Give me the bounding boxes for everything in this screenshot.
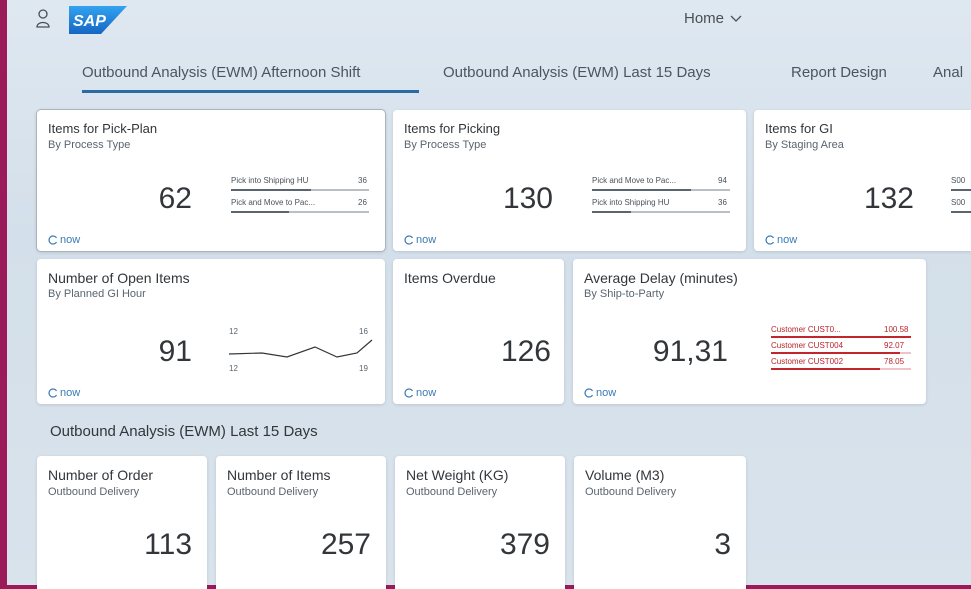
tile-subtitle: Outbound Delivery — [406, 486, 498, 498]
chevron-down-icon — [730, 15, 742, 22]
tab-report-design[interactable]: Report Design — [791, 64, 887, 81]
tab-analysis[interactable]: Anal — [933, 64, 963, 81]
bar-label: S00 — [951, 176, 966, 185]
tile-items-for-pick-plan[interactable]: Items for Pick-Plan By Process Type 62 P… — [37, 110, 385, 251]
bar-fill — [231, 189, 312, 191]
tile-number-of-order[interactable]: Number of Order Outbound Delivery 113 no… — [37, 456, 207, 589]
kpi-value: 3 — [714, 528, 731, 561]
tile-items-overdue[interactable]: Items Overdue 126 now — [393, 259, 564, 404]
kpi-value: 113 — [144, 528, 192, 561]
tile-volume[interactable]: Volume (M3) Outbound Delivery 3 now — [574, 456, 746, 589]
bar-label: Customer CUST002 — [771, 357, 844, 366]
bar-label: S00 — [951, 198, 966, 207]
bar-value: 26 — [358, 198, 367, 207]
refresh-icon — [765, 235, 775, 245]
refresh-icon — [48, 235, 58, 245]
sap-logo-text: SAP — [73, 13, 106, 30]
refresh-icon — [584, 388, 594, 398]
kpi-value: 91,31 — [652, 335, 728, 368]
kpi-value: 130 — [502, 182, 553, 215]
tile-title: Number of Open Items — [48, 270, 190, 286]
kpi-value: 62 — [158, 182, 192, 215]
bar-value: 78.05 — [884, 357, 905, 366]
bar-label: Customer CUST004 — [771, 341, 844, 350]
tile-title: Items for GI — [765, 121, 833, 136]
refresh-label: now — [60, 234, 81, 246]
refresh-label: now — [416, 387, 437, 399]
sparkline — [228, 339, 373, 358]
tile-subtitle: By Ship-to-Party — [584, 288, 665, 300]
shell-bar: SAP Home — [7, 0, 971, 40]
tile-title: Number of Order — [48, 467, 154, 483]
tile-subtitle: By Process Type — [48, 139, 131, 151]
tile-number-of-items[interactable]: Number of Items Outbound Delivery 257 no… — [216, 456, 386, 589]
refresh-icon — [404, 235, 414, 245]
bar-value: 92.07 — [884, 341, 905, 350]
refresh-label: now — [416, 234, 437, 246]
tile-number-of-open-items[interactable]: Number of Open Items By Planned GI Hour … — [37, 259, 385, 404]
tile-net-weight[interactable]: Net Weight (KG) Outbound Delivery 379 no… — [395, 456, 565, 589]
kpi-value: 379 — [499, 528, 550, 561]
bar-label: Customer CUST0... — [771, 325, 841, 334]
tile-items-for-picking[interactable]: Items for Picking By Process Type 130 Pi… — [393, 110, 746, 251]
kpi-value: 91 — [158, 335, 192, 368]
refresh-icon — [404, 388, 414, 398]
tile-footer: now — [48, 234, 80, 246]
sap-logo[interactable]: SAP — [69, 6, 127, 34]
bar-fill — [771, 368, 881, 370]
tile-subtitle: Outbound Delivery — [585, 486, 677, 498]
tile-title: Net Weight (KG) — [406, 467, 509, 483]
tile-title: Items for Picking — [404, 121, 501, 136]
tile-footer: now — [584, 387, 616, 399]
person-icon[interactable] — [35, 8, 51, 30]
section-title: Outbound Analysis (EWM) Last 15 Days — [50, 423, 318, 440]
bar-label: Pick and Move to Pac... — [592, 176, 677, 185]
tile-subtitle: Outbound Delivery — [227, 486, 319, 498]
bar-value: 94 — [718, 176, 727, 185]
tile-footer: now — [48, 387, 80, 399]
bar-label: Pick into Shipping HU — [231, 176, 309, 185]
refresh-label: now — [60, 387, 81, 399]
bar-fill — [231, 211, 289, 213]
bar-fill — [592, 211, 631, 213]
tile-title: Items for Pick-Plan — [48, 121, 158, 136]
refresh-label: now — [596, 387, 617, 399]
tile-footer: now — [765, 234, 797, 246]
kpi-value: 132 — [863, 182, 914, 215]
tile-title: Volume (M3) — [585, 467, 665, 483]
bar-label: Pick into Shipping HU — [592, 198, 670, 207]
tile-subtitle: By Process Type — [404, 139, 487, 151]
kpi-value: 126 — [500, 335, 551, 368]
refresh-label: now — [777, 234, 798, 246]
refresh-icon — [48, 388, 58, 398]
tile-title: Number of Items — [227, 467, 331, 483]
tile-title: Average Delay (minutes) — [584, 270, 738, 286]
tile-average-delay[interactable]: Average Delay (minutes) By Ship-to-Party… — [573, 259, 926, 404]
bar-label: Pick and Move to Pac... — [231, 198, 316, 207]
tab-afternoon-shift[interactable]: Outbound Analysis (EWM) Afternoon Shift — [82, 64, 360, 81]
tile-footer: now — [404, 387, 436, 399]
tile-items-for-gi[interactable]: Items for GI By Staging Area 132 S00 S00… — [754, 110, 971, 251]
spark-label: 16 — [359, 327, 368, 336]
window-frame-left — [0, 0, 7, 589]
home-menu[interactable]: Home — [684, 10, 742, 27]
tile-footer: now — [404, 234, 436, 246]
selected-tab-indicator — [82, 90, 419, 93]
spark-label: 12 — [229, 327, 238, 336]
bar-fill — [592, 189, 692, 191]
kpi-value: 257 — [320, 528, 371, 561]
bar-value: 36 — [718, 198, 727, 207]
tile-subtitle: By Planned GI Hour — [48, 288, 146, 300]
anchor-bar: Outbound Analysis (EWM) Afternoon Shift … — [7, 56, 971, 96]
tile-subtitle: By Staging Area — [765, 139, 844, 151]
home-title: Home — [684, 10, 725, 27]
bar-fill — [771, 336, 911, 338]
bar-value: 36 — [358, 176, 367, 185]
bar-fill — [771, 352, 900, 354]
bar-value: 100.58 — [884, 325, 909, 334]
tab-last-15-days[interactable]: Outbound Analysis (EWM) Last 15 Days — [443, 64, 711, 81]
tile-subtitle: Outbound Delivery — [48, 486, 140, 498]
tile-title: Items Overdue — [404, 270, 496, 286]
